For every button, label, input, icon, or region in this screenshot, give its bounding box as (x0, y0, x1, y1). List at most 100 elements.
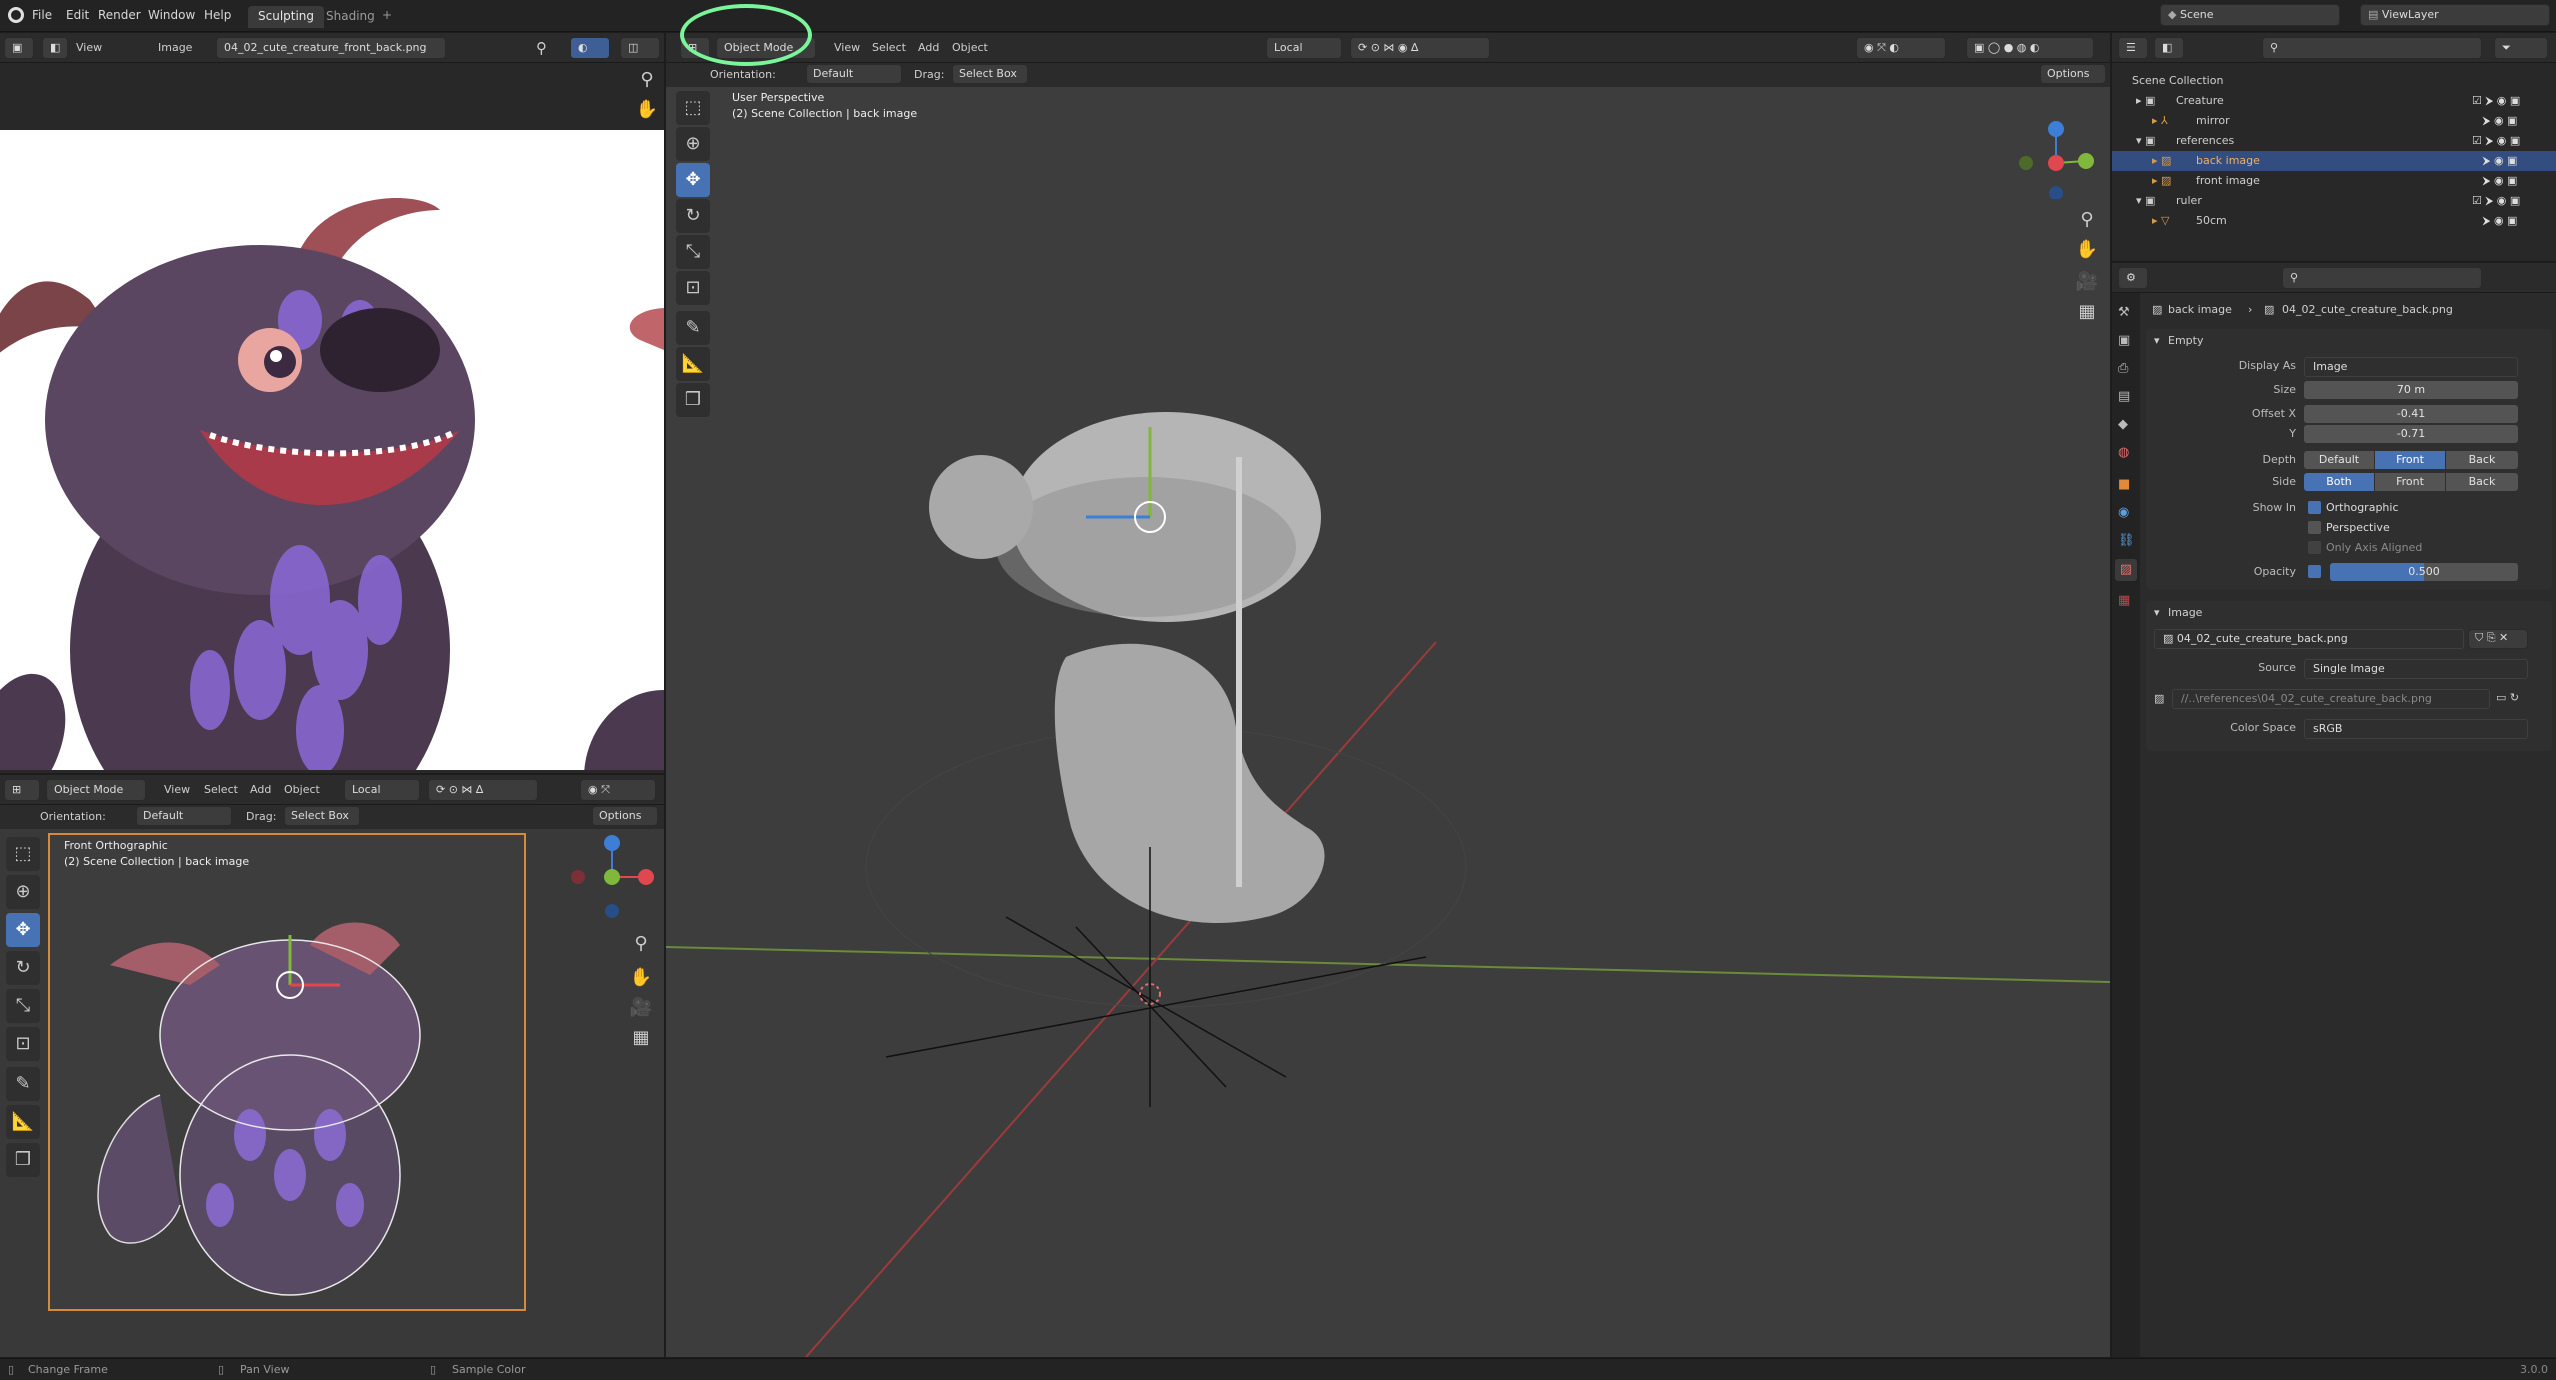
tool-tab-icon[interactable]: ⚒ (2118, 305, 2130, 320)
zoom-icon[interactable]: ⚲ (624, 927, 658, 961)
transform-orientation-selector[interactable]: Local (1266, 37, 1342, 59)
menu-add[interactable]: Add (918, 41, 939, 54)
cursor-tool-icon[interactable]: ⊕ (6, 875, 40, 909)
menu-window[interactable]: Window (148, 8, 195, 22)
filter-icon[interactable]: ⏷ (2494, 37, 2548, 59)
snap-tools[interactable]: ⟳ ⊙ ⋈ ◉ ∆ (1350, 37, 1490, 59)
blender-logo-icon[interactable] (8, 7, 24, 23)
depth-front-button[interactable]: Front (2375, 451, 2445, 469)
orientation-selector[interactable]: Default (136, 806, 232, 826)
camera-icon[interactable]: 🎥 (624, 991, 658, 1025)
editor-type-icon[interactable]: ⊞ (4, 779, 40, 801)
drag-selector[interactable]: Select Box (284, 806, 360, 826)
texture-tab-icon[interactable]: ▦ (2118, 593, 2130, 608)
offset-y-field[interactable]: -0.71 (2304, 425, 2518, 443)
move-tool-icon[interactable]: ✥ (6, 913, 40, 947)
properties-search[interactable]: ⚲ (2282, 267, 2482, 289)
opacity-checkbox[interactable] (2308, 565, 2321, 578)
zoom-icon[interactable]: ⚲ (2070, 203, 2104, 237)
grid-icon[interactable]: ▦ (624, 1021, 658, 1055)
menu-edit[interactable]: Edit (66, 8, 89, 22)
snap-tools[interactable]: ⟳ ⊙ ⋈ ∆ (428, 779, 538, 801)
camera-icon[interactable]: 🎥 (2070, 265, 2104, 299)
physics-tab-icon[interactable]: ◉ (2118, 505, 2129, 520)
editor-type-icon[interactable]: ⚙ (2118, 267, 2148, 289)
editor-type-icon[interactable]: ▣ (4, 37, 34, 59)
folder-icon[interactable]: ▭ ↻ (2496, 691, 2519, 704)
nav-gizmo[interactable] (570, 835, 660, 925)
overlay-toggle-icon[interactable]: ◐ (570, 37, 610, 59)
scale-tool-icon[interactable]: ⤡ (6, 989, 40, 1023)
mode-selector[interactable]: Object Mode (46, 779, 146, 801)
transform-orientation-selector[interactable]: Local (344, 779, 420, 801)
panel-collapse-icon[interactable]: ▾ (2154, 334, 2160, 347)
scene-selector[interactable]: ◆ Scene (2160, 4, 2340, 26)
menu-file[interactable]: File (32, 8, 52, 22)
annotate-tool-icon[interactable]: ✎ (6, 1067, 40, 1101)
hand-pan-icon[interactable]: ✋ (624, 961, 658, 995)
filepath-field[interactable]: //..\references\04_02_cute_creature_back… (2172, 689, 2490, 709)
options-dropdown[interactable]: Options (2040, 64, 2106, 84)
view-layer-selector[interactable]: ▤ ViewLayer (2360, 4, 2550, 26)
measure-tool-icon[interactable]: 📐 (6, 1105, 40, 1139)
nav-gizmo[interactable] (2006, 89, 2106, 199)
transform-tool-icon[interactable]: ⊡ (6, 1027, 40, 1061)
only-axis-aligned-checkbox[interactable] (2308, 541, 2321, 554)
menu-add[interactable]: Add (250, 783, 271, 796)
menu-view[interactable]: View (834, 41, 860, 54)
view-layer-tab-icon[interactable]: ▤ (2118, 389, 2130, 404)
panel-collapse-icon[interactable]: ▾ (2154, 606, 2160, 619)
view-toggles[interactable]: ◉ ⤧ (580, 779, 656, 801)
shading-modes[interactable]: ▣ ◯ ● ◍ ◐ (1966, 37, 2094, 59)
pin-icon[interactable]: ⚲ (536, 39, 547, 57)
rotate-tool-icon[interactable]: ↻ (6, 951, 40, 985)
menu-object[interactable]: Object (952, 41, 988, 54)
constraints-tab-icon[interactable]: ⛓ (2118, 533, 2135, 548)
orientation-selector[interactable]: Default (806, 64, 902, 84)
options-dropdown[interactable]: Options (592, 806, 658, 826)
menu-select[interactable]: Select (872, 41, 906, 54)
add-cube-tool-icon[interactable]: ❒ (6, 1143, 40, 1177)
menu-view[interactable]: View (164, 783, 190, 796)
visibility-toggles[interactable]: ◉ ⤧ ◐ (1856, 37, 1946, 59)
display-mode-icon[interactable]: ◧ (2154, 37, 2184, 59)
object-tab-icon[interactable]: ■ (2118, 477, 2130, 492)
gizmo-toggle-icon[interactable]: ◫ (620, 37, 660, 59)
render-tab-icon[interactable]: ▣ (2118, 333, 2130, 348)
image-mode-icon[interactable]: ◧ (42, 37, 68, 59)
editor-type-icon[interactable]: ☰ (2118, 37, 2148, 59)
side-both-button[interactable]: Both (2304, 473, 2374, 491)
grid-icon[interactable]: ▦ (2070, 295, 2104, 329)
image-datablock-selector[interactable]: ▨ 04_02_cute_creature_back.png (2154, 629, 2464, 649)
depth-back-button[interactable]: Back (2446, 451, 2518, 469)
hand-pan-icon[interactable]: ✋ (630, 93, 664, 127)
select-box-tool-icon[interactable]: ⬚ (6, 837, 40, 871)
hand-pan-icon[interactable]: ✋ (2070, 233, 2104, 267)
output-tab-icon[interactable]: ⎙ (2118, 361, 2128, 376)
data-tab-icon[interactable]: ▨ (2115, 559, 2137, 581)
size-field[interactable]: 70 m (2304, 381, 2518, 399)
menu-render[interactable]: Render (98, 8, 141, 22)
opacity-slider[interactable]: 0.500 (2330, 563, 2518, 581)
menu-object[interactable]: Object (284, 783, 320, 796)
source-dropdown[interactable]: Single Image (2304, 659, 2528, 679)
perspective-checkbox[interactable] (2308, 521, 2321, 534)
zoom-icon[interactable]: ⚲ (630, 63, 664, 97)
orthographic-checkbox[interactable] (2308, 501, 2321, 514)
world-tab-icon[interactable]: ◍ (2118, 445, 2129, 460)
outliner-search[interactable]: ⚲ (2262, 37, 2482, 59)
menu-help[interactable]: Help (204, 8, 231, 22)
menu-view[interactable]: View (76, 41, 102, 54)
visibility-column[interactable]: ☑ ⮞ ◉ ▣ ⮞ ◉ ▣ ☑ ⮞ ◉ ▣ ⮞ ◉ ▣ ⮞ ◉ ▣ ☑ ⮞ ◉ ▣ … (2472, 71, 2556, 231)
image-selector[interactable]: 04_02_cute_creature_front_back.png (216, 37, 446, 59)
depth-default-button[interactable]: Default (2304, 451, 2374, 469)
drag-selector[interactable]: Select Box (952, 64, 1028, 84)
menu-image[interactable]: Image (158, 41, 192, 54)
color-space-dropdown[interactable]: sRGB (2304, 719, 2528, 739)
scene-tab-icon[interactable]: ◆ (2118, 417, 2128, 432)
side-front-button[interactable]: Front (2375, 473, 2445, 491)
offset-x-field[interactable]: -0.41 (2304, 405, 2518, 423)
tab-sculpting[interactable]: Sculpting (248, 6, 325, 28)
image-datablock-actions[interactable]: ⛉ ⎘ ✕ (2468, 629, 2528, 649)
menu-select[interactable]: Select (204, 783, 238, 796)
